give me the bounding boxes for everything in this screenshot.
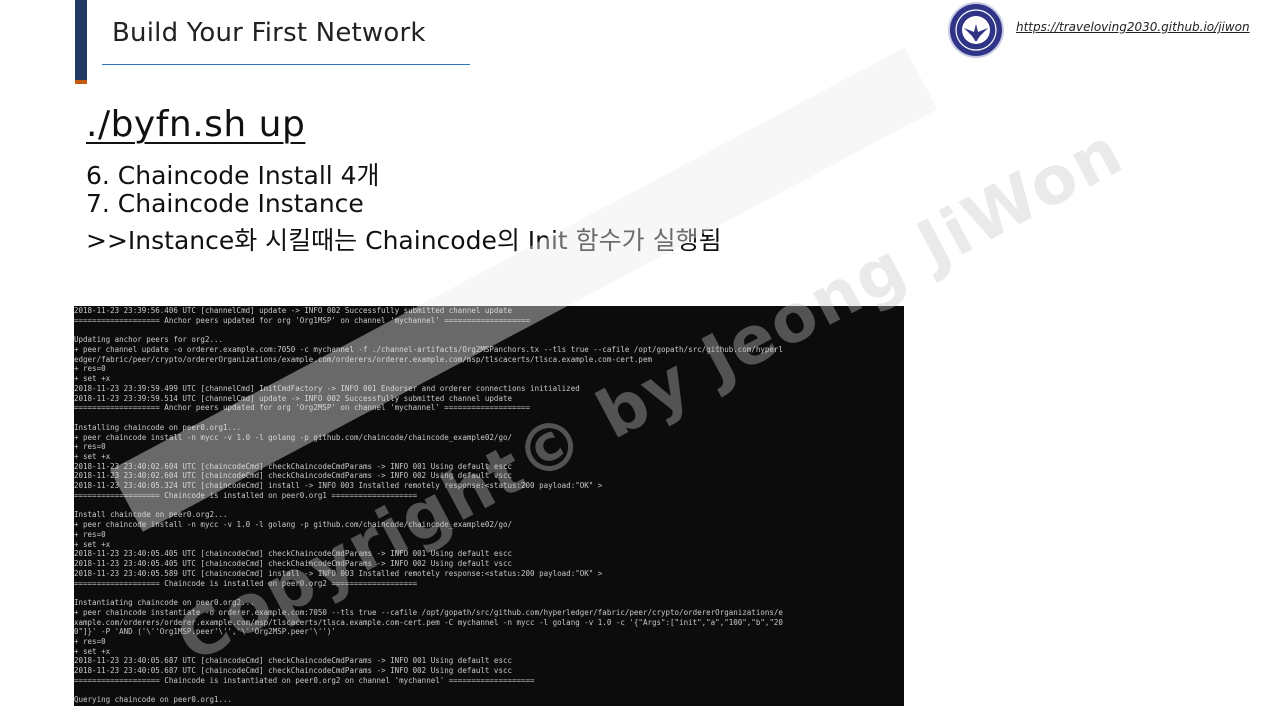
terminal-line: xample.com/orderers/orderer.example.com/… [74, 617, 783, 627]
terminal-line: + peer chaincode install -n mycc -v 1.0 … [74, 520, 512, 530]
terminal-line: =================== Chaincode is instant… [74, 675, 535, 685]
terminal-line: 0"]}' -P 'AND ('\''Org1MSP.peer'\'','\''… [74, 627, 336, 637]
terminal-line: 2018-11-23 23:40:05.405 UTC [chaincodeCm… [74, 549, 512, 559]
terminal-line: =================== Chaincode is install… [74, 578, 418, 588]
title-underline [102, 64, 470, 65]
terminal-output: 2018-11-23 23:39:56.406 UTC [channelCmd]… [74, 306, 904, 706]
terminal-line: =================== Anchor peers updated… [74, 315, 531, 325]
terminal-line: + peer chaincode instantiate -o orderer.… [74, 607, 783, 617]
university-seal-logo [948, 2, 1004, 58]
terminal-line: 2018-11-23 23:40:02.604 UTC [chaincodeCm… [74, 471, 512, 481]
terminal-line: =================== Anchor peers updated… [74, 403, 531, 413]
terminal-line: + set +x [74, 539, 111, 549]
step-chaincode-instance: 7. Chaincode Instance [86, 189, 364, 218]
terminal-line: Updating anchor peers for org2... [74, 335, 224, 345]
terminal-line: 2018-11-23 23:40:05.687 UTC [chaincodeCm… [74, 656, 512, 666]
terminal-line: 2018-11-23 23:40:05.324 UTC [chaincodeCm… [74, 481, 603, 491]
terminal-line: + res=0 [74, 636, 106, 646]
terminal-line: + res=0 [74, 364, 106, 374]
terminal-log: 2018-11-23 23:39:56.406 UTC [channelCmd]… [74, 306, 904, 705]
terminal-line: =================== Chaincode is install… [74, 490, 418, 500]
terminal-line: 2018-11-23 23:39:59.499 UTC [channelCmd]… [74, 383, 580, 393]
author-site-link[interactable]: https://traveloving2030.github.io/jiwon [1016, 20, 1250, 34]
terminal-line: 2018-11-23 23:40:05.589 UTC [chaincodeCm… [74, 568, 603, 578]
terminal-line: 2018-11-23 23:39:56.406 UTC [channelCmd]… [74, 306, 512, 315]
terminal-line: 2018-11-23 23:40:05.687 UTC [chaincodeCm… [74, 666, 512, 676]
command-heading: ./byfn.sh up [86, 104, 306, 145]
terminal-line: + set +x [74, 374, 111, 384]
terminal-line: Instantiating chaincode on peer0.org2... [74, 598, 255, 608]
title-accent-bar [75, 0, 87, 84]
terminal-line: Install chaincode on peer0.org2... [74, 510, 228, 520]
terminal-line: + set +x [74, 646, 111, 656]
terminal-line: 2018-11-23 23:40:05.405 UTC [chaincodeCm… [74, 559, 512, 569]
terminal-line: Querying chaincode on peer0.org1... [74, 695, 233, 705]
instance-init-note: >>Instance화 시킬때는 Chaincode의 Init 함수가 실행됨 [86, 226, 722, 255]
terminal-line: + res=0 [74, 442, 106, 452]
step-chaincode-install: 6. Chaincode Install 4개 [86, 161, 380, 190]
seal-emblem-icon [955, 9, 997, 51]
terminal-line: Installing chaincode on peer0.org1... [74, 422, 242, 432]
terminal-line: + set +x [74, 452, 111, 462]
terminal-line: + peer chaincode install -n mycc -v 1.0 … [74, 432, 512, 442]
terminal-line: 2018-11-23 23:40:02.604 UTC [chaincodeCm… [74, 461, 512, 471]
terminal-line: edger/fabric/peer/crypto/ordererOrganiza… [74, 354, 652, 364]
terminal-line: 2018-11-23 23:39:59.514 UTC [channelCmd]… [74, 393, 512, 403]
terminal-line: + peer channel update -o orderer.example… [74, 344, 783, 354]
slide-title: Build Your First Network [112, 18, 426, 48]
terminal-line: + res=0 [74, 529, 106, 539]
